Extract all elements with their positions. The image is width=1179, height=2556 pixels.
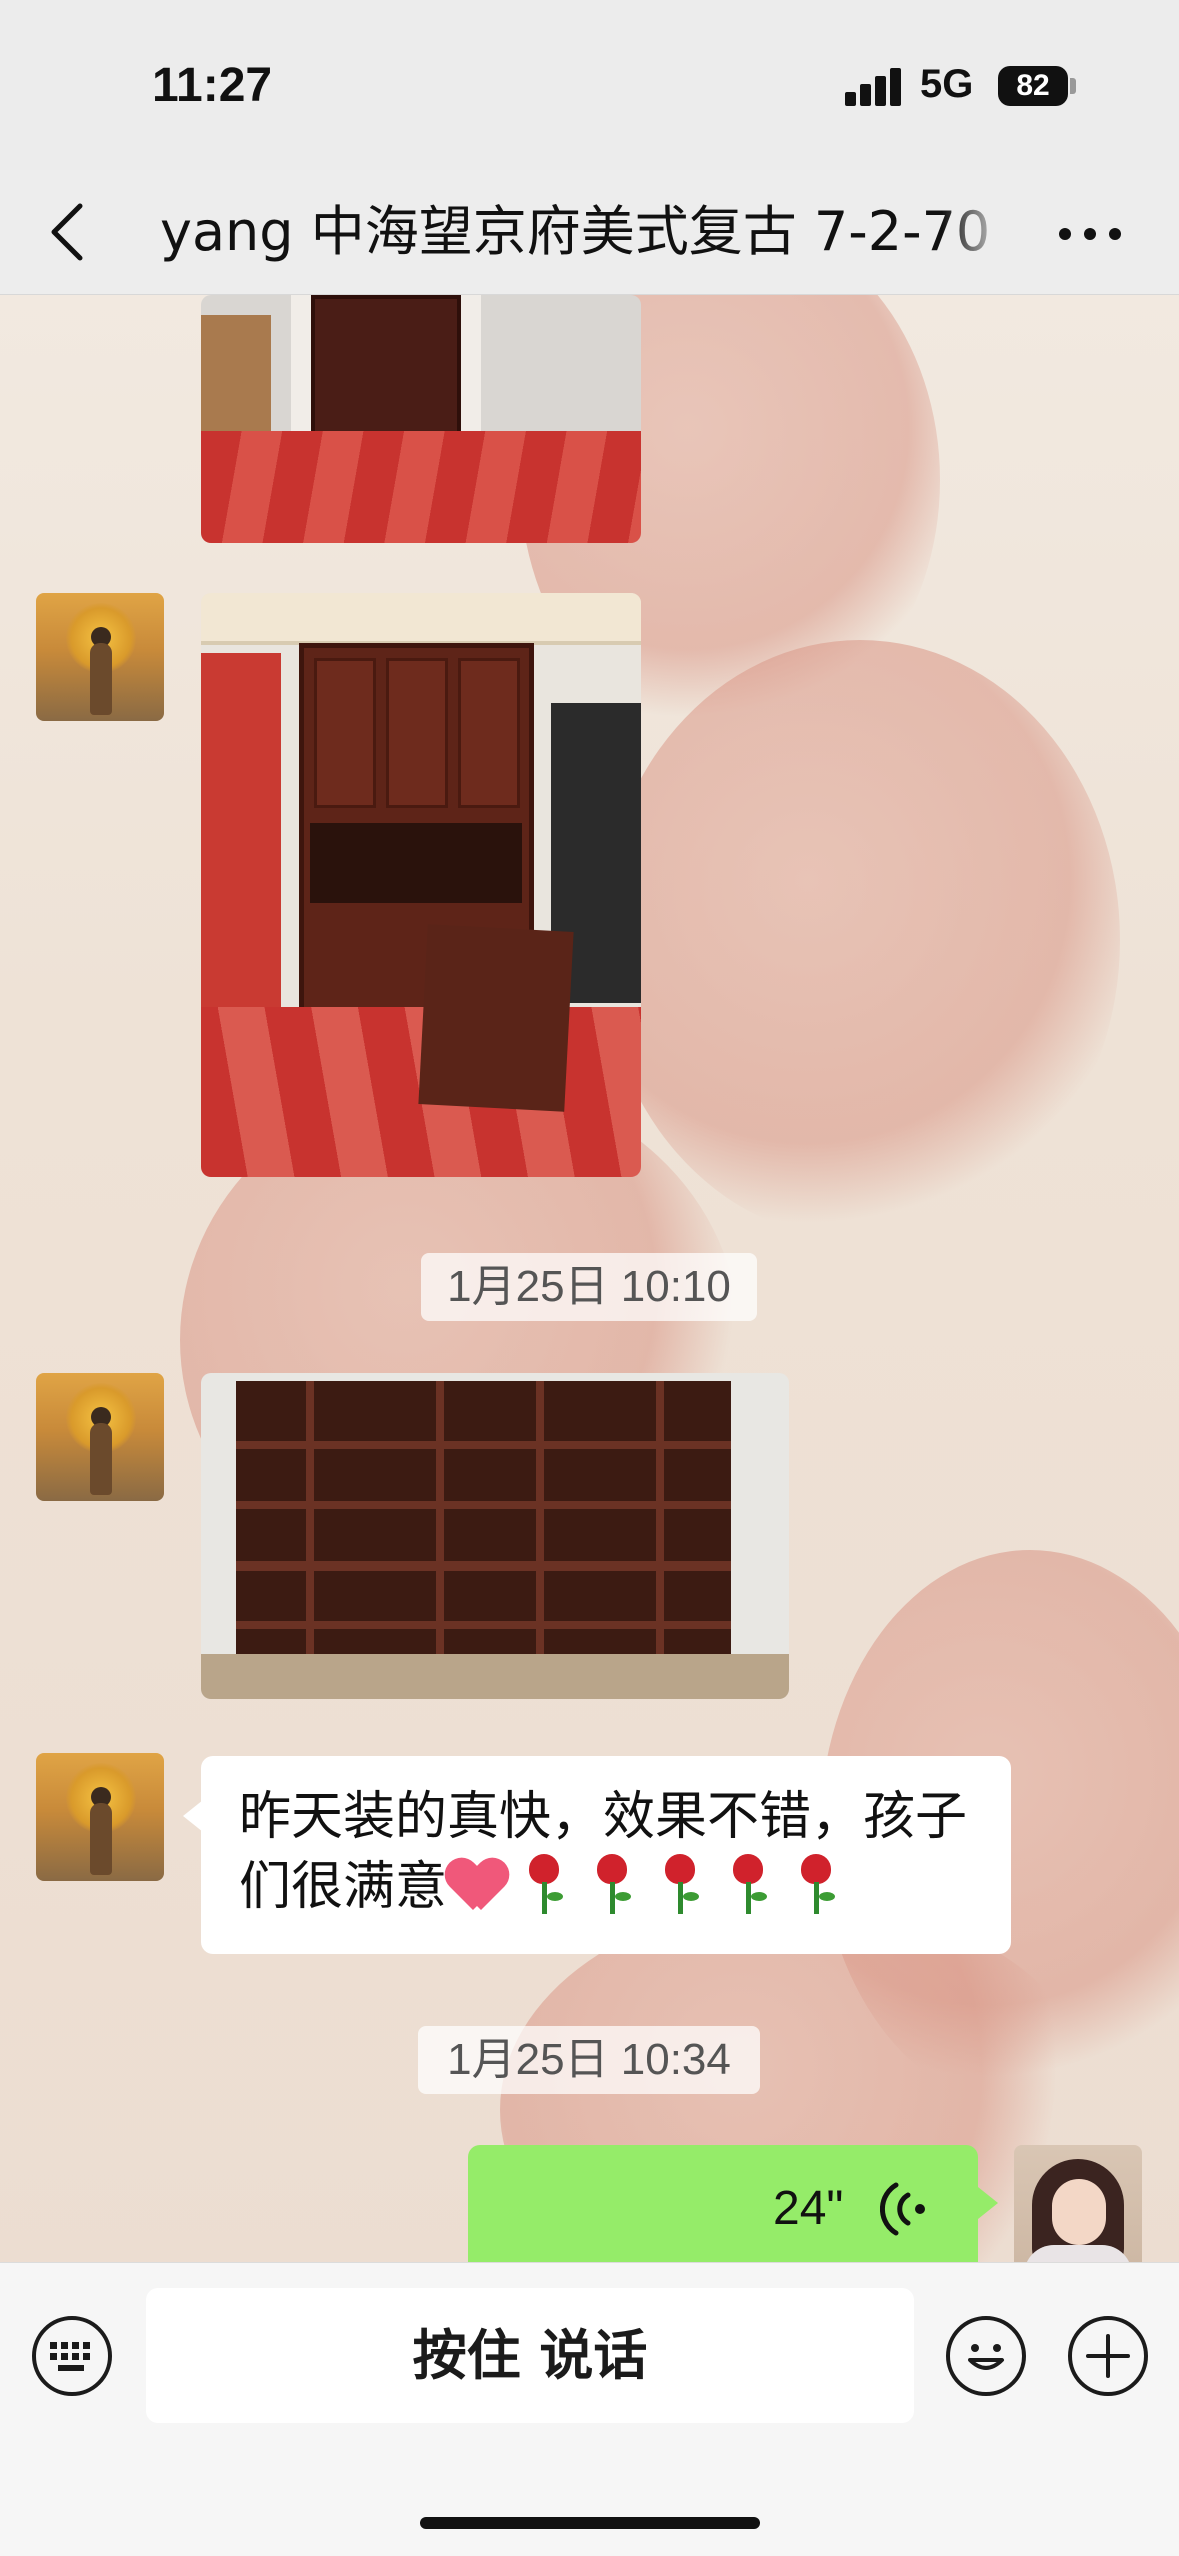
voice-message-bubble[interactable]: 24": [468, 2145, 998, 2275]
chat-title[interactable]: yang 中海望京府美式复古 7-2-70: [160, 200, 1010, 264]
plus-icon[interactable]: [1068, 2316, 1148, 2396]
message-list[interactable]: 1月25日 10:10: [0, 295, 1179, 2260]
text-message-bubble[interactable]: 昨天装的真快，效果不错，孩子们很满意: [183, 1756, 1011, 1954]
home-indicator: [420, 2517, 760, 2529]
hold-to-talk-button[interactable]: 按住 说话: [146, 2288, 914, 2423]
battery-icon: 82: [998, 66, 1068, 106]
nav-bar: yang 中海望京府美式复古 7-2-70: [0, 170, 1179, 295]
input-bar: 按住 说话: [0, 2262, 1179, 2556]
keyboard-icon[interactable]: [32, 2316, 112, 2396]
my-avatar[interactable]: [1014, 2145, 1142, 2273]
avatar[interactable]: [36, 1753, 164, 1881]
heart-emoji-icon: [447, 1860, 507, 1910]
avatar[interactable]: [36, 1373, 164, 1501]
rose-emoji-icon: [785, 1854, 847, 1914]
status-time: 11:27: [152, 59, 273, 112]
image-message[interactable]: [201, 1373, 789, 1699]
back-icon[interactable]: [40, 192, 100, 272]
emoji-icon[interactable]: [946, 2316, 1026, 2396]
rose-emoji-icon: [649, 1854, 711, 1914]
image-message[interactable]: [201, 295, 641, 543]
timestamp: 1月25日 10:10: [421, 1253, 757, 1321]
rose-emoji-icon: [717, 1854, 779, 1914]
more-icon[interactable]: [1055, 210, 1125, 254]
timestamp: 1月25日 10:34: [418, 2026, 760, 2094]
rose-emoji-icon: [581, 1854, 643, 1914]
signal-icon: [845, 66, 905, 106]
avatar[interactable]: [36, 593, 164, 721]
battery-nub: [1070, 78, 1076, 94]
rose-emoji-icon: [513, 1854, 575, 1914]
network-label: 5G: [920, 62, 974, 106]
status-bar: 11:27 5G 82: [0, 0, 1179, 170]
voice-wave-icon: [879, 2181, 930, 2237]
voice-duration: 24": [773, 2182, 844, 2235]
image-message[interactable]: [201, 593, 641, 1177]
